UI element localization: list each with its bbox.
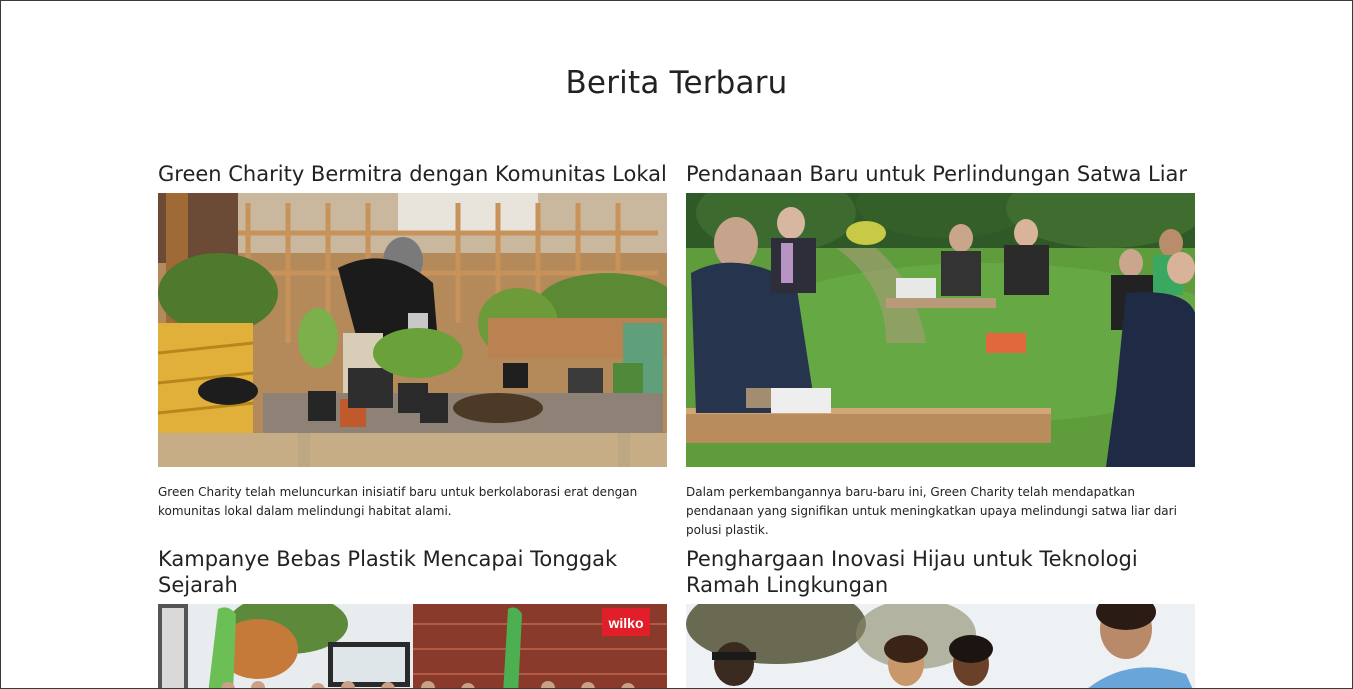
park-community-group-photo [686, 193, 1195, 467]
page-title: Berita Terbaru [565, 65, 788, 101]
gardening-volunteer-photo [158, 193, 667, 467]
news-card-title[interactable]: Penghargaan Inovasi Hijau untuk Teknolog… [686, 546, 1195, 598]
news-card-image[interactable] [686, 604, 1195, 688]
smiling-women-group-photo [686, 604, 1195, 688]
campaign-crowd-photo: wilko [158, 604, 667, 688]
news-card[interactable]: Pendanaan Baru untuk Perlindungan Satwa … [686, 161, 1195, 540]
news-card-excerpt: Green Charity telah meluncurkan inisiati… [158, 485, 638, 518]
news-card[interactable]: Green Charity Bermitra dengan Komunitas … [158, 161, 667, 521]
news-card[interactable]: Penghargaan Inovasi Hijau untuk Teknolog… [686, 546, 1195, 688]
news-card-title[interactable]: Pendanaan Baru untuk Perlindungan Satwa … [686, 161, 1195, 187]
wilko-sign-text: wilko [607, 615, 643, 631]
news-card-excerpt: Dalam perkembangannya baru-baru ini, Gre… [686, 485, 1177, 537]
news-card-title[interactable]: Kampanye Bebas Plastik Mencapai Tonggak … [158, 546, 667, 598]
browser-viewport: Berita Terbaru Green Charity Bermitra de… [0, 0, 1353, 689]
news-card[interactable]: Kampanye Bebas Plastik Mencapai Tonggak … [158, 546, 667, 688]
news-card-image[interactable]: wilko [158, 604, 667, 688]
news-card-image[interactable] [158, 193, 667, 467]
news-card-title[interactable]: Green Charity Bermitra dengan Komunitas … [158, 161, 667, 187]
news-card-image[interactable] [686, 193, 1195, 467]
